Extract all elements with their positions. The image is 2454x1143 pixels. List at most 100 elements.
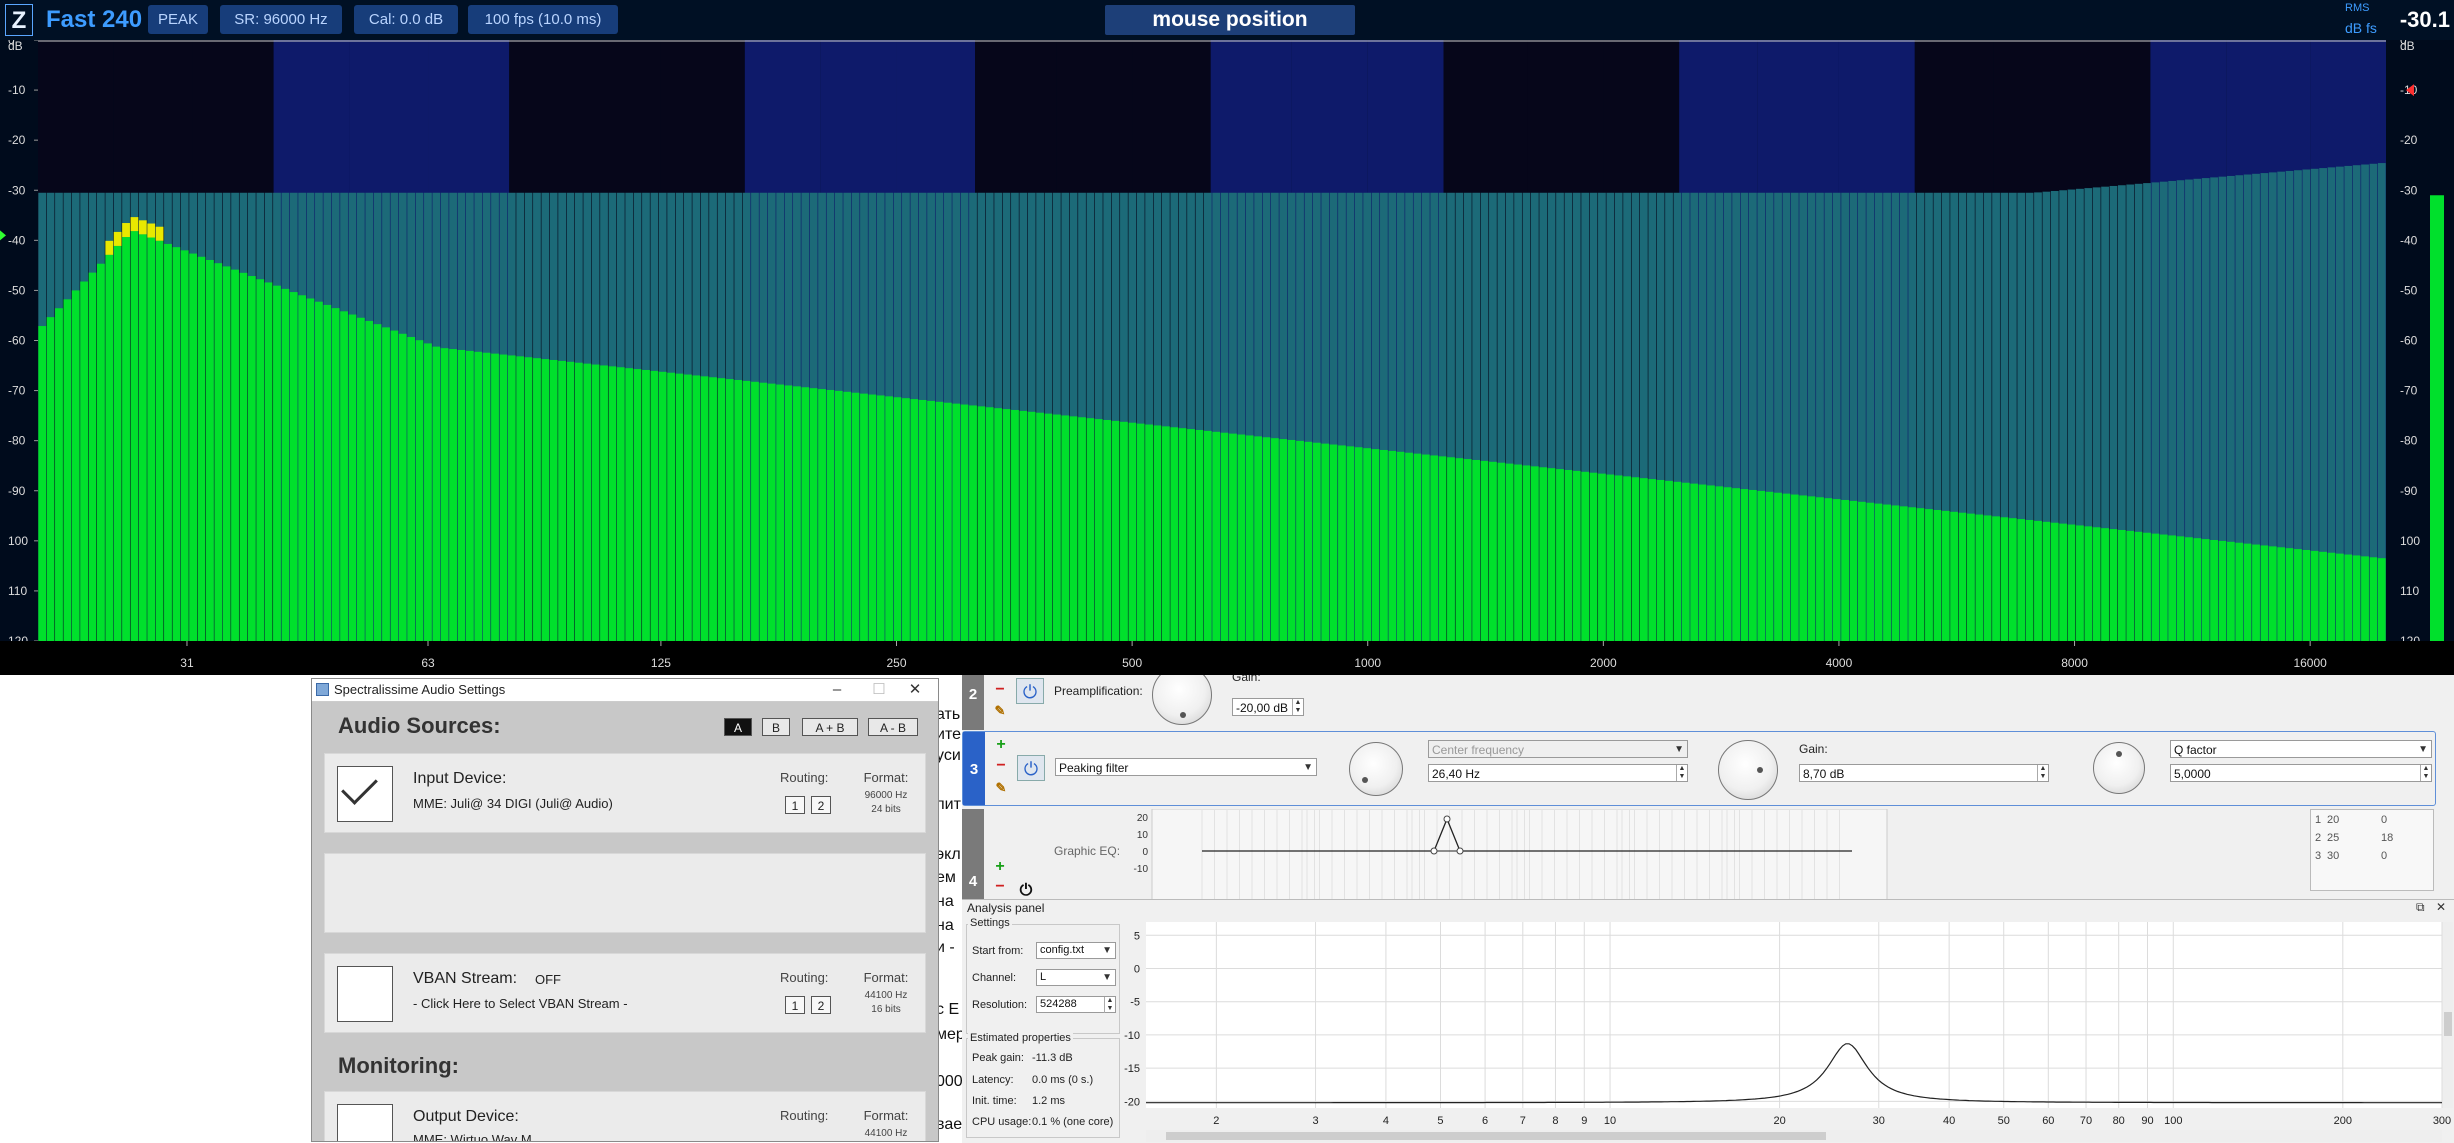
unit-label-right: dB [2400, 40, 2415, 53]
edit-icon[interactable]: ✎ [993, 780, 1009, 796]
spectrum-bar [1136, 423, 1145, 641]
preamp-gain-knob[interactable] [1152, 675, 1212, 725]
close-icon[interactable]: ✕ [898, 679, 932, 701]
vban-stream-card[interactable]: VBAN Stream: OFF - Click Here to Select … [324, 953, 926, 1033]
fps-button[interactable]: 100 fps (10.0 ms) [468, 5, 618, 34]
spectrum-bar [147, 237, 156, 641]
spin-arrows-icon[interactable]: ▲ ▼ [1292, 699, 1303, 715]
resolution-field[interactable]: 524288 ▲ ▼ [1036, 996, 1116, 1013]
routing-button-1[interactable]: 1 [785, 796, 805, 814]
spectrum-analyzer[interactable]: Z Fast 240 PEAK SR: 96000 Hz Cal: 0.0 dB… [0, 0, 2454, 675]
spectrum-bar [138, 234, 147, 641]
spectrum-bar [2201, 539, 2210, 641]
table-row[interactable]: 1 20 0 [2311, 814, 2431, 830]
add-icon[interactable]: + [992, 859, 1008, 875]
remove-icon[interactable]: − [992, 879, 1008, 895]
spectrum-plot[interactable]: 00-10-10-20-20-30-30-40-40-50-50-60-60-7… [0, 40, 2454, 675]
y-tick-label-left: -50 [8, 283, 26, 297]
frequency-field[interactable]: 26,40 Hz ▲ ▼ [1428, 764, 1688, 782]
y-tick-label-right: 110 [2400, 584, 2419, 598]
table-row[interactable]: 3 30 0 [2311, 850, 2431, 866]
spectrum-bar [1950, 511, 1959, 641]
spectrum-bar [2344, 554, 2353, 641]
routing-button-1[interactable]: 1 [785, 996, 805, 1014]
preamp-gain-field[interactable]: -20,00 dB ▲ ▼ [1232, 698, 1304, 716]
routing-button-2[interactable]: 2 [811, 796, 831, 814]
spectrum-bar [1094, 419, 1103, 641]
spectrum-bar [424, 343, 432, 641]
x-tick-label: 16000 [2293, 656, 2327, 670]
app-logo[interactable]: Z [5, 4, 33, 36]
power-toggle[interactable]: ⏻ [1016, 678, 1044, 704]
spin-arrows-icon[interactable]: ▲ ▼ [1676, 765, 1687, 781]
sample-rate-button[interactable]: SR: 96000 Hz [220, 5, 342, 34]
format-bits: 24 bits [871, 804, 901, 815]
frequency-type-dropdown[interactable]: Center frequency ▼ [1428, 740, 1688, 758]
spectrum-bar [88, 272, 97, 641]
rms-readout[interactable]: RMS dB fs -30.1 [2340, 0, 2454, 40]
output-device-name[interactable]: MME: Wirtuo Wav M... [413, 1132, 543, 1141]
source-mix-button[interactable]: B [762, 718, 790, 736]
analyzer-mode-title[interactable]: Fast 240 [46, 5, 142, 35]
start-from-dropdown[interactable]: config.txt ▼ [1036, 942, 1116, 959]
horizontal-scrollbar-thumb [1166, 1132, 1826, 1140]
window-titlebar[interactable]: Spectralissime Audio Settings – ☐ ✕ [312, 679, 938, 702]
spectrum-bar [969, 405, 977, 641]
calibration-button[interactable]: Cal: 0.0 dB [354, 5, 458, 34]
routing-button-2[interactable]: 2 [811, 996, 831, 1014]
q-factor-field[interactable]: 5,0000 ▲ ▼ [2170, 764, 2432, 782]
restore-icon[interactable]: ⧉ [2416, 900, 2425, 915]
q-factor-knob[interactable] [2093, 742, 2145, 794]
spectrum-bar [1690, 483, 1699, 641]
spin-arrows-icon[interactable]: ▲ ▼ [1104, 997, 1115, 1013]
input-device-checkbox[interactable] [337, 766, 393, 822]
source-mix-button[interactable]: A + B [802, 718, 858, 736]
spectrum-bar [692, 375, 701, 641]
geq-point [1430, 847, 1438, 855]
spectrum-bar [1975, 514, 1984, 641]
spin-arrows-icon[interactable]: ▲ ▼ [2420, 765, 2431, 781]
spectrum-bar [558, 360, 566, 641]
frequency-response-chart[interactable]: 50-5-10-15-202 3 4 5 6 7 8 9 10 20 30 40 50 60 70 80 90 1… [1124, 918, 2454, 1143]
power-icon[interactable]: ⏻ [1018, 883, 1034, 899]
gain-knob[interactable] [1718, 740, 1778, 800]
graphic-eq-table[interactable]: 1 20 0 2 25 18 3 30 0 [2310, 809, 2434, 891]
source-mix-button[interactable]: A [724, 718, 752, 736]
output-device-checkbox[interactable] [337, 1104, 393, 1141]
spectrum-bar [331, 308, 340, 641]
table-row[interactable]: 2 25 18 [2311, 832, 2431, 848]
spectrum-bar [868, 394, 877, 641]
spectrum-bar [684, 374, 692, 641]
clip-indicator [122, 223, 130, 238]
peak-button[interactable]: PEAK [148, 5, 208, 34]
close-icon[interactable]: ✕ [2436, 900, 2446, 914]
gain-field[interactable]: 8,70 dB ▲ ▼ [1799, 764, 2049, 782]
minimize-icon[interactable]: – [820, 679, 854, 701]
spin-arrows-icon[interactable]: ▲ ▼ [2037, 765, 2048, 781]
filter-type-dropdown[interactable]: Peaking filter ▼ [1055, 758, 1317, 776]
add-icon[interactable]: + [993, 737, 1009, 753]
source-mix-button[interactable]: A - B [868, 718, 918, 736]
spectrum-bar [591, 364, 600, 641]
output-device-card[interactable]: Output Device: MME: Wirtuo Wav M... Rout… [324, 1091, 926, 1141]
spectrum-bar [1438, 456, 1447, 641]
vban-select-link[interactable]: - Click Here to Select VBAN Stream - [413, 996, 628, 1011]
remove-icon[interactable]: − [992, 682, 1008, 698]
empty-source-slot[interactable] [324, 853, 926, 933]
analysis-x-tick-label: 7 [1520, 1115, 1526, 1127]
edit-icon[interactable]: ✎ [992, 703, 1008, 719]
remove-icon[interactable]: − [993, 758, 1009, 774]
channel-dropdown[interactable]: L ▼ [1036, 969, 1116, 986]
input-device-name[interactable]: MME: Juli@ 34 DIGI (Juli@ Audio) [413, 796, 613, 811]
analysis-x-tick-label: 90 [2141, 1115, 2153, 1127]
power-toggle[interactable]: ⏻ [1017, 755, 1045, 781]
input-device-card[interactable]: Input Device: MME: Juli@ 34 DIGI (Juli@ … [324, 753, 926, 833]
vban-checkbox[interactable] [337, 966, 393, 1022]
spectrum-bar [38, 326, 47, 641]
maximize-icon[interactable]: ☐ [862, 679, 896, 701]
q-type-dropdown[interactable]: Q factor ▼ [2170, 740, 2432, 758]
gain-value: 8,70 dB [1803, 767, 1845, 781]
spectrum-bar [1430, 455, 1439, 641]
graphic-eq-curve[interactable]: 20 10 0 -10 [1122, 809, 1892, 907]
frequency-knob[interactable] [1349, 742, 1403, 796]
